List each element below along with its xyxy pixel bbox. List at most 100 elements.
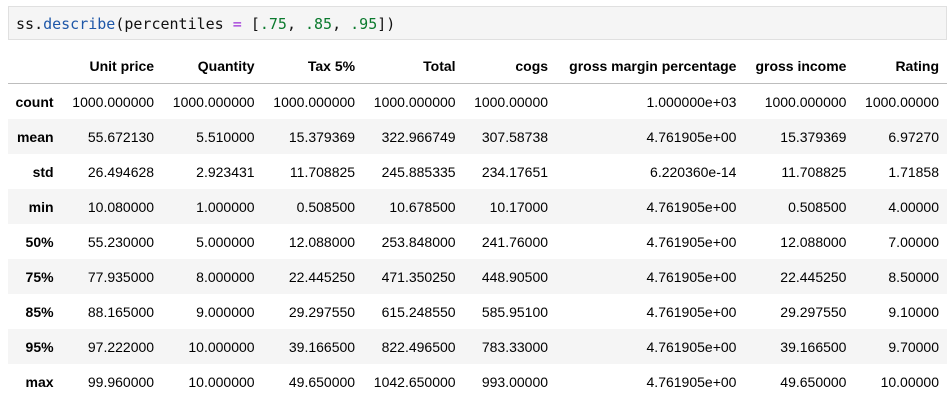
row-index-label: min bbox=[28, 198, 54, 215]
table-cell: 4.761905e+00 bbox=[646, 198, 737, 215]
table-cell: 1000.000000 bbox=[172, 93, 255, 110]
table-cell: 9.000000 bbox=[196, 303, 255, 320]
table-row: 85% 88.165000 9.000000 29.297550 615.248550 5… bbox=[8, 294, 947, 329]
row-index-label: std bbox=[32, 163, 54, 180]
column-header-index bbox=[8, 48, 62, 84]
table-cell: 49.650000 bbox=[288, 373, 356, 390]
code-token-number: .85 bbox=[305, 15, 333, 33]
table-cell: 585.95100 bbox=[481, 303, 549, 320]
table-cell: 10.17000 bbox=[489, 198, 549, 215]
row-index-label: max bbox=[25, 373, 54, 390]
table-cell: 39.166500 bbox=[288, 338, 356, 355]
table-cell: 0.508500 bbox=[296, 198, 356, 215]
table-cell: 22.445250 bbox=[288, 268, 356, 285]
code-cell-input[interactable]: ss.describe(percentiles = [.75, .85, .95… bbox=[8, 6, 947, 40]
table-cell: 12.088000 bbox=[780, 233, 847, 250]
describe-output-table: Unit price Quantity Tax 5% Total cogs gr… bbox=[8, 48, 947, 399]
table-cell: 11.708825 bbox=[781, 163, 847, 180]
table-cell: 241.76000 bbox=[481, 233, 549, 250]
table-row: min 10.080000 1.000000 0.508500 10.678500 10.… bbox=[8, 189, 947, 224]
table-cell: 234.17651 bbox=[481, 163, 549, 180]
table-cell: 6.97270 bbox=[888, 128, 939, 145]
table-cell: 99.960000 bbox=[87, 373, 155, 390]
code-token-param: percentiles bbox=[124, 15, 224, 33]
code-token-comma: , bbox=[286, 15, 305, 33]
table-cell: 1000.000000 bbox=[764, 93, 847, 110]
table-cell: 15.379369 bbox=[780, 128, 847, 145]
table-cell: 783.33000 bbox=[481, 338, 549, 355]
table-cell: 6.220360e-14 bbox=[650, 163, 737, 180]
table-cell: 7.00000 bbox=[888, 233, 939, 250]
table-cell: 5.510000 bbox=[196, 128, 255, 145]
table-row: 50% 55.230000 5.000000 12.088000 253.848000 2… bbox=[8, 224, 947, 259]
column-header-tax: Tax 5% bbox=[262, 48, 364, 84]
table-cell: 4.761905e+00 bbox=[646, 268, 737, 285]
row-index-label: mean bbox=[16, 128, 54, 145]
code-token-number: .95 bbox=[350, 15, 378, 33]
table-cell: 615.248550 bbox=[381, 303, 456, 320]
table-cell: 29.297550 bbox=[780, 303, 847, 320]
table-row: count 1000.000000 1000.000000 1000.000000 10… bbox=[8, 84, 947, 120]
table-cell: 10.00000 bbox=[880, 373, 939, 390]
code-token-rbracket: ] bbox=[377, 15, 387, 33]
column-header-gross-income: gross income bbox=[744, 48, 855, 84]
table-cell: 12.088000 bbox=[288, 233, 356, 250]
table-cell: 10.000000 bbox=[188, 373, 255, 390]
table-cell: 322.966749 bbox=[381, 128, 456, 145]
table-row: 75% 77.935000 8.000000 22.445250 471.350250 4… bbox=[8, 259, 947, 294]
table-cell: 10.678500 bbox=[389, 198, 456, 215]
table-cell: 9.10000 bbox=[888, 303, 939, 320]
table-cell: 4.00000 bbox=[888, 198, 939, 215]
code-token-lbracket: [ bbox=[250, 15, 260, 33]
table-row: std 26.494628 2.923431 11.708825 245.885335 2… bbox=[8, 154, 947, 189]
row-index-label: 95% bbox=[25, 338, 54, 355]
table-cell: 15.379369 bbox=[288, 128, 356, 145]
table-cell: 1000.000000 bbox=[72, 93, 155, 110]
table-cell: 253.848000 bbox=[381, 233, 456, 250]
row-index-label: 85% bbox=[25, 303, 54, 320]
table-cell: 55.672130 bbox=[87, 128, 155, 145]
table-cell: 0.508500 bbox=[788, 198, 847, 215]
table-cell: 1000.000000 bbox=[373, 93, 456, 110]
column-header-cogs: cogs bbox=[463, 48, 557, 84]
table-cell: 4.761905e+00 bbox=[646, 373, 737, 390]
table-cell: 29.297550 bbox=[288, 303, 356, 320]
code-token-rparen: ) bbox=[386, 15, 396, 33]
table-cell: 1.71858 bbox=[888, 163, 939, 180]
table-cell: 55.230000 bbox=[87, 233, 155, 250]
table-cell: 39.166500 bbox=[780, 338, 847, 355]
table-cell: 471.350250 bbox=[381, 268, 456, 285]
column-header-gross-margin-percentage: gross margin percentage bbox=[556, 48, 745, 84]
code-token-number: .75 bbox=[259, 15, 287, 33]
table-row: mean 55.672130 5.510000 15.379369 322.966749… bbox=[8, 119, 947, 154]
column-header-quantity: Quantity bbox=[162, 48, 263, 84]
table-cell: 1.000000 bbox=[196, 198, 255, 215]
table-cell: 4.761905e+00 bbox=[646, 338, 737, 355]
column-header-rating: Rating bbox=[854, 48, 947, 84]
table-cell: 49.650000 bbox=[780, 373, 847, 390]
column-header-total: Total bbox=[363, 48, 464, 84]
table-header-row: Unit price Quantity Tax 5% Total cogs gr… bbox=[8, 48, 947, 84]
table-cell: 307.58738 bbox=[481, 128, 549, 145]
table-cell: 1042.650000 bbox=[373, 373, 456, 390]
table-cell: 22.445250 bbox=[780, 268, 847, 285]
code-token-dot: . bbox=[34, 15, 44, 33]
code-token-comma: , bbox=[332, 15, 351, 33]
table-cell: 4.761905e+00 bbox=[646, 128, 737, 145]
row-index-label: 50% bbox=[25, 233, 54, 250]
table-cell: 822.496500 bbox=[381, 338, 456, 355]
table-cell: 2.923431 bbox=[196, 163, 255, 180]
code-token-method: describe bbox=[43, 15, 116, 33]
table-cell: 1000.000000 bbox=[273, 93, 356, 110]
table-cell: 1000.00000 bbox=[474, 93, 549, 110]
table-cell: 1.000000e+03 bbox=[646, 93, 737, 110]
table-cell: 4.761905e+00 bbox=[646, 233, 737, 250]
row-index-label: count bbox=[15, 93, 54, 110]
table-cell: 8.000000 bbox=[196, 268, 255, 285]
table-cell: 11.708825 bbox=[289, 163, 356, 180]
table-cell: 10.080000 bbox=[87, 198, 155, 215]
table-cell: 97.222000 bbox=[87, 338, 155, 355]
table-cell: 245.885335 bbox=[381, 163, 456, 180]
table-cell: 5.000000 bbox=[196, 233, 255, 250]
table-cell: 448.90500 bbox=[481, 268, 549, 285]
